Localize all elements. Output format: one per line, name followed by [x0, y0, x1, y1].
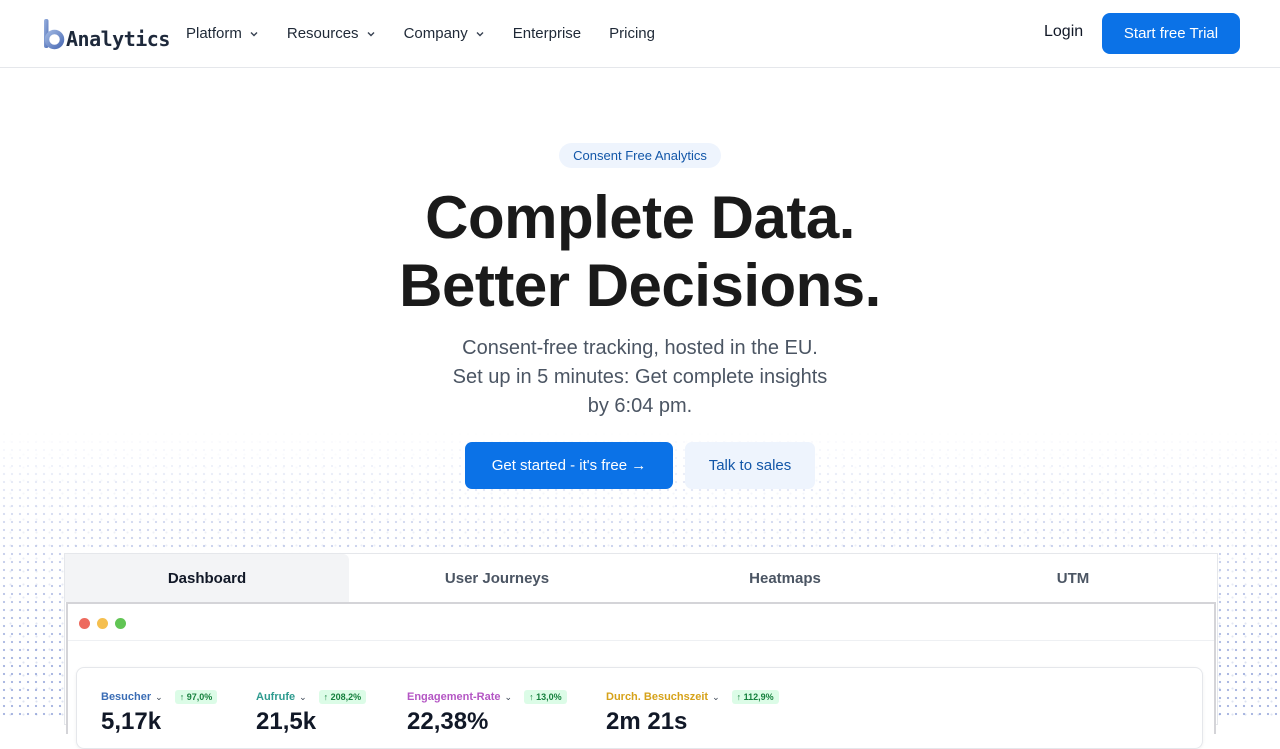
metric-engagement-rate[interactable]: Engagement-Rate ⌄ ↑ 13,0%	[407, 690, 567, 704]
metrics-panel: Besucher ⌄ ↑ 97,0% 5,17k Aufrufe ⌄ ↑ 208…	[76, 667, 1203, 749]
hero-headline: Complete Data. Better Decisions.	[240, 184, 1040, 320]
headline-line-2: Better Decisions.	[399, 252, 881, 319]
nav-item-label: Company	[403, 25, 468, 42]
nav-item-platform[interactable]: Platform	[186, 25, 259, 42]
metric-value: 5,17k	[101, 708, 162, 735]
tab-heatmaps[interactable]: Heatmaps	[641, 554, 929, 602]
get-started-button[interactable]: Get started - it's free →	[465, 442, 673, 489]
logo-mark-icon	[43, 18, 65, 50]
subtext-line-3: by 6:04 pm.	[587, 395, 693, 417]
metric-value: 2m 21s	[606, 708, 688, 735]
nav-item-label: Resources	[286, 25, 359, 42]
login-link[interactable]: Login	[1044, 23, 1083, 41]
metric-delta-badge: ↑ 97,0%	[174, 690, 218, 704]
app-window: Besucher ⌄ ↑ 97,0% 5,17k Aufrufe ⌄ ↑ 208…	[66, 602, 1216, 749]
chevron-down-icon	[476, 31, 484, 36]
metric-delta-badge: ↑ 112,9%	[731, 690, 779, 704]
tab-utm[interactable]: UTM	[929, 554, 1217, 602]
main-nav: Platform Resources Company Enterprise Pr…	[186, 0, 683, 67]
metric-pageviews[interactable]: Aufrufe ⌄ ↑ 208,2%	[256, 690, 367, 704]
nav-item-enterprise[interactable]: Enterprise	[513, 25, 581, 42]
metric-label: Engagement-Rate	[407, 691, 501, 703]
chevron-down-icon: ⌄	[504, 691, 513, 702]
metric-value: 21,5k	[256, 708, 317, 735]
chevron-down-icon	[367, 31, 375, 36]
nav-item-resources[interactable]: Resources	[287, 25, 376, 42]
subtext-line-1: Consent-free tracking, hosted in the EU.	[462, 337, 818, 359]
chevron-down-icon: ⌄	[155, 691, 163, 702]
metric-avg-visit-time[interactable]: Durch. Besuchszeit ⌄ ↑ 112,9%	[606, 690, 779, 704]
talk-to-sales-button[interactable]: Talk to sales	[685, 442, 815, 489]
metric-label: Aufrufe	[256, 691, 296, 703]
product-preview: Dashboard User Journeys Heatmaps UTM Bes…	[64, 553, 1218, 749]
window-maximize-dot	[115, 618, 126, 629]
site-header: Analytics Platform Resources Company Ent…	[0, 0, 1280, 68]
chevron-down-icon	[250, 31, 258, 36]
window-titlebar	[68, 604, 1214, 641]
metric-visitors[interactable]: Besucher ⌄ ↑ 97,0%	[101, 690, 218, 704]
headline-line-1: Complete Data.	[425, 184, 855, 251]
metric-delta-badge: ↑ 13,0%	[524, 690, 567, 704]
tab-user-journeys[interactable]: User Journeys	[353, 554, 641, 602]
subtext-line-2: Set up in 5 minutes: Get complete insigh…	[452, 366, 828, 388]
window-close-dot	[79, 618, 90, 629]
preview-tabs: Dashboard User Journeys Heatmaps UTM	[65, 554, 1217, 602]
nav-item-label: Enterprise	[512, 25, 582, 42]
nav-item-label: Platform	[186, 25, 242, 42]
nav-item-label: Pricing	[609, 25, 655, 42]
nav-item-pricing[interactable]: Pricing	[609, 25, 655, 42]
metric-delta-badge: ↑ 208,2%	[318, 690, 367, 704]
logo-text: Analytics	[66, 27, 170, 51]
chevron-down-icon: ⌄	[712, 691, 720, 702]
hero-subtext: Consent-free tracking, hosted in the EU.…	[390, 334, 890, 421]
window-minimize-dot	[97, 618, 108, 629]
hero-badge: Consent Free Analytics	[559, 143, 721, 168]
metric-label: Besucher	[101, 691, 152, 703]
metric-value: 22,38%	[407, 708, 489, 735]
tab-dashboard[interactable]: Dashboard	[65, 554, 349, 602]
start-trial-button[interactable]: Start free Trial	[1102, 13, 1240, 54]
chevron-down-icon: ⌄	[299, 691, 307, 702]
metric-label: Durch. Besuchszeit	[606, 691, 709, 703]
logo[interactable]: Analytics	[43, 16, 170, 50]
nav-item-company[interactable]: Company	[404, 25, 485, 42]
